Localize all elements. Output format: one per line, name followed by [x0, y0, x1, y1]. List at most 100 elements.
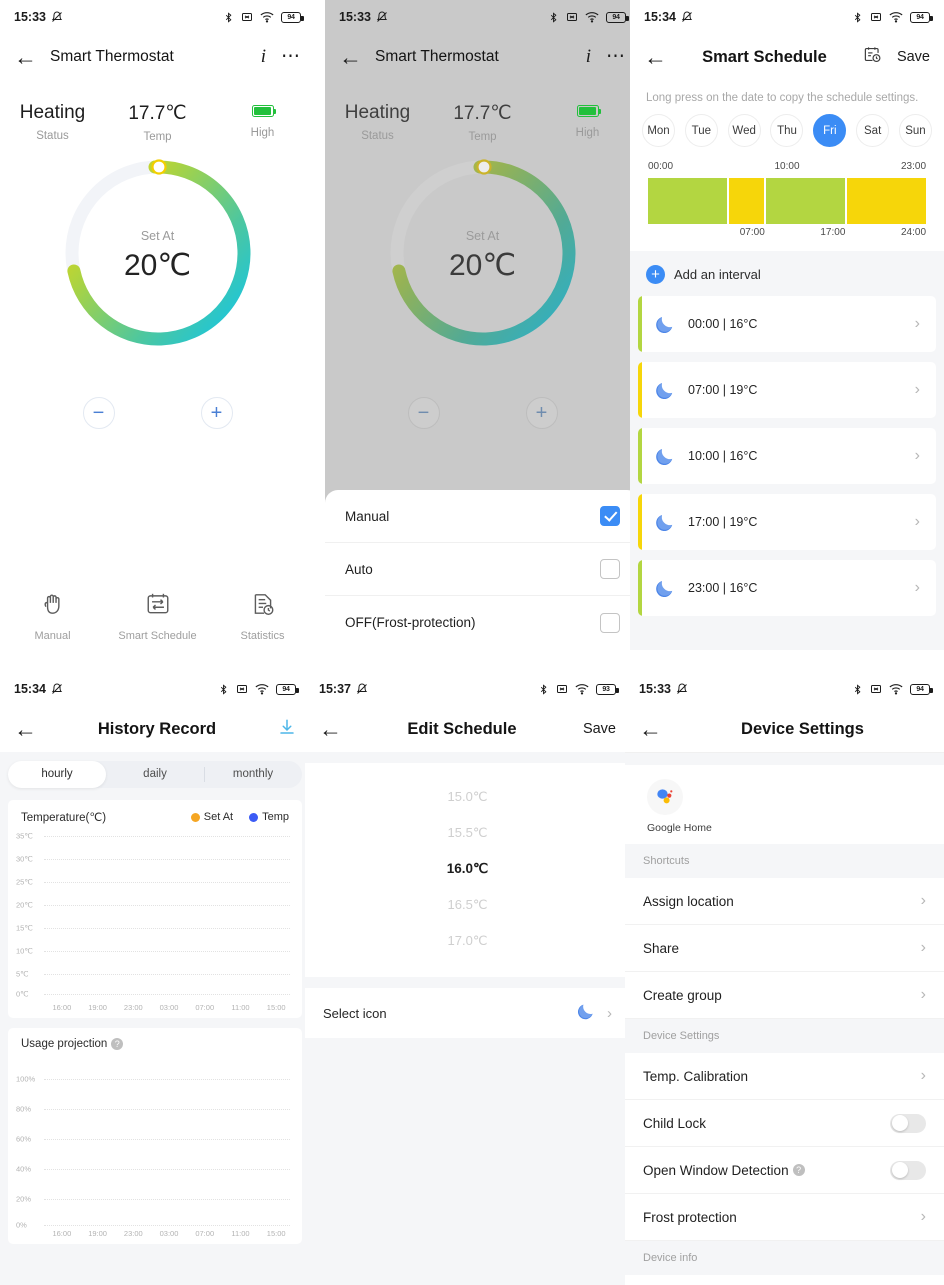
tab-statistics[interactable]: Statistics	[210, 591, 315, 642]
timeline-segment-3[interactable]	[766, 178, 846, 224]
wifi-icon	[255, 683, 269, 695]
picker-option[interactable]: 15.0℃	[305, 779, 630, 815]
picker-option[interactable]: 17.0℃	[305, 923, 630, 959]
segment-monthly[interactable]: monthly	[204, 761, 302, 788]
picker-option-selected[interactable]: 16.0℃	[305, 851, 630, 887]
dial-gauge[interactable]: Set At 20℃	[383, 153, 583, 358]
day-tue[interactable]: Tue	[684, 114, 718, 147]
battery-icon: 94	[276, 683, 299, 695]
timeline-segment-2[interactable]	[728, 178, 765, 224]
alarm-off-icon	[51, 11, 63, 23]
battery-icon: 94	[281, 11, 304, 23]
settings-row-frost-protection[interactable]: Frost protection ›	[625, 1194, 944, 1241]
more-options-icon[interactable]: ⋯	[281, 48, 301, 66]
segment-hourly[interactable]: hourly	[8, 761, 106, 788]
settings-row-temp-calibration[interactable]: Temp. Calibration ›	[625, 1053, 944, 1100]
picker-option[interactable]: 15.5℃	[305, 815, 630, 851]
sim-off-icon	[870, 11, 882, 23]
back-button[interactable]: ←	[644, 45, 667, 69]
settings-row-label: Assign location	[643, 893, 734, 909]
dial-set-value: 20℃	[448, 248, 517, 282]
usage-chart-title: Usage projection	[21, 1038, 108, 1050]
temperature-dial[interactable]: Set At 20℃	[325, 153, 640, 383]
stat-temp-value: 17.7℃	[128, 103, 187, 124]
status-bar: 15:34 94	[630, 0, 944, 34]
checkbox-manual[interactable]	[600, 506, 620, 526]
settings-row-assign-location[interactable]: Assign location ›	[625, 878, 944, 925]
dial-gauge[interactable]: Set At 20℃	[58, 153, 258, 358]
tab-smart-schedule[interactable]: Smart Schedule	[105, 591, 210, 642]
increase-temperature-button[interactable]: +	[525, 397, 558, 429]
back-button[interactable]: ←	[639, 717, 662, 741]
info-icon[interactable]: i	[261, 46, 266, 68]
day-sun[interactable]: Sun	[898, 114, 932, 147]
wifi-icon	[585, 11, 599, 23]
interval-list: + Add an interval 00:00 | 16°C › 07:00 |…	[630, 251, 944, 616]
back-button[interactable]: ←	[14, 717, 37, 741]
add-interval-button[interactable]: + Add an interval	[638, 251, 936, 296]
settings-row-open-window-detection[interactable]: Open Window Detection ?	[625, 1147, 944, 1194]
help-icon[interactable]: ?	[111, 1038, 124, 1050]
settings-row-child-lock[interactable]: Child Lock	[625, 1100, 944, 1147]
select-icon-row[interactable]: Select icon ›	[305, 988, 630, 1038]
temperature-dial[interactable]: Set At 20℃	[0, 153, 315, 383]
decrease-temperature-button[interactable]: −	[82, 397, 115, 429]
day-fri[interactable]: Fri	[813, 114, 847, 147]
dial-set-label: Set At	[140, 228, 175, 243]
page-title: Smart Schedule	[702, 47, 827, 66]
increase-temperature-button[interactable]: +	[200, 397, 233, 429]
mode-option-auto[interactable]: Auto	[325, 543, 640, 596]
back-button[interactable]: ←	[319, 717, 342, 741]
list-item[interactable]: 07:00 | 19°C ›	[638, 362, 936, 418]
more-options-icon[interactable]: ⋯	[606, 48, 626, 66]
child-lock-toggle[interactable]	[890, 1113, 926, 1133]
tab-manual[interactable]: Manual	[0, 591, 105, 642]
settings-row-create-group[interactable]: Create group ›	[625, 972, 944, 1019]
section-header-device-settings: Device Settings	[625, 1019, 944, 1053]
settings-row-share[interactable]: Share ›	[625, 925, 944, 972]
wifi-icon	[260, 11, 274, 23]
google-home-shortcut[interactable]: Google Home	[625, 765, 944, 844]
download-icon[interactable]	[278, 718, 296, 741]
document-clock-icon	[250, 591, 276, 622]
day-thu[interactable]: Thu	[770, 114, 804, 147]
picker-option[interactable]: 16.5℃	[305, 887, 630, 923]
timeline-segment-1[interactable]	[648, 178, 727, 224]
temperature-picker[interactable]: 15.0℃ 15.5℃ 16.0℃ 16.5℃ 17.0℃	[305, 763, 630, 977]
tab-statistics-label: Statistics	[240, 630, 285, 642]
checkbox-auto[interactable]	[600, 559, 620, 579]
thermostat-stats: Heating Status 17.7℃ Temp High	[0, 80, 315, 143]
day-mon[interactable]: Mon	[642, 114, 675, 147]
list-item[interactable]: 17:00 | 19°C ›	[638, 494, 936, 550]
list-item[interactable]: 00:00 | 16°C ›	[638, 296, 936, 352]
day-sat[interactable]: Sat	[856, 114, 890, 147]
checkbox-off[interactable]	[600, 612, 620, 633]
chevron-right-icon: ›	[914, 315, 920, 332]
bluetooth-icon	[218, 683, 229, 696]
status-bar: 15:34 94	[0, 672, 310, 706]
decrease-temperature-button[interactable]: −	[407, 397, 440, 429]
day-wed[interactable]: Wed	[727, 114, 761, 147]
status-time: 15:33	[339, 10, 371, 24]
temperature-chart-card: Temperature(℃) Set At Temp 35℃ 30℃ 25℃ 2…	[8, 800, 302, 1018]
chevron-right-icon: ›	[920, 1208, 926, 1225]
list-item[interactable]: 10:00 | 16°C ›	[638, 428, 936, 484]
timeline-segment-4[interactable]	[847, 178, 926, 224]
panel-smart-schedule: 15:34 94 ← Smart Schedule Save Long pres…	[630, 0, 944, 650]
schedule-calendar-icon[interactable]	[863, 45, 882, 69]
list-item[interactable]: 23:00 | 16°C ›	[638, 560, 936, 616]
back-button[interactable]: ←	[339, 45, 362, 69]
info-icon[interactable]: i	[586, 46, 591, 68]
mode-option-manual-label: Manual	[345, 508, 390, 524]
save-button[interactable]: Save	[583, 721, 616, 737]
mode-option-off[interactable]: OFF(Frost-protection)	[325, 596, 640, 649]
wifi-icon	[889, 11, 903, 23]
timeline-bar[interactable]	[648, 178, 926, 224]
app-bar: ← Edit Schedule Save	[305, 706, 630, 752]
open-window-detection-toggle[interactable]	[890, 1160, 926, 1180]
segment-daily[interactable]: daily	[106, 761, 204, 788]
save-button[interactable]: Save	[897, 49, 930, 65]
help-icon[interactable]: ?	[792, 1164, 805, 1176]
mode-option-manual[interactable]: Manual	[325, 490, 640, 543]
back-button[interactable]: ←	[14, 45, 37, 69]
